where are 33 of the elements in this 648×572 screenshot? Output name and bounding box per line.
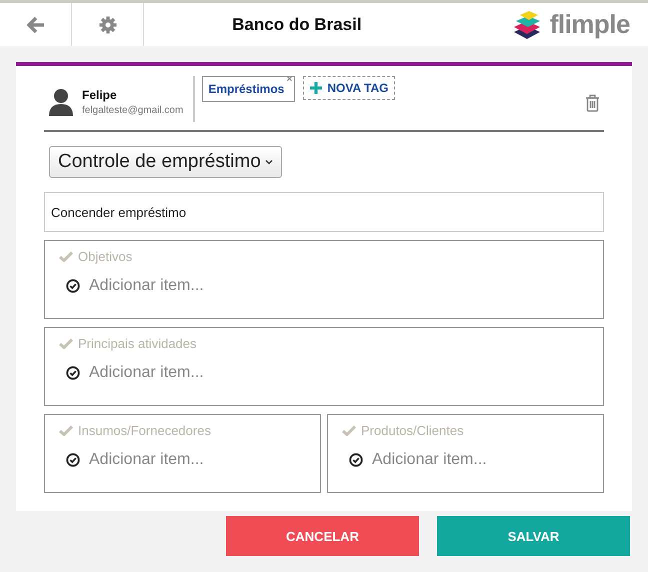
user-avatar-icon — [48, 88, 74, 116]
caret-icon — [264, 159, 273, 165]
section-title: Objetivos — [78, 249, 132, 264]
add-item-field[interactable]: Adicionar item... — [89, 277, 204, 295]
section-title: Produtos/Clientes — [361, 423, 464, 438]
add-item-field[interactable]: Adicionar item... — [89, 364, 204, 382]
user-email: felgalteste@gmail.com — [82, 105, 184, 116]
check-circle-icon — [66, 366, 80, 380]
section-title: Principais atividades — [78, 336, 197, 351]
add-item-field[interactable]: Adicionar item... — [89, 451, 204, 469]
check-icon — [59, 251, 73, 262]
check-circle-icon — [66, 453, 80, 467]
page-title: Banco do Brasil — [231, 14, 363, 34]
cancel-button[interactable]: CANCELAR — [226, 516, 419, 556]
settings-icon — [98, 16, 116, 34]
plus-icon — [310, 82, 322, 94]
add-item-field[interactable]: Adicionar item... — [372, 451, 487, 469]
logo-text: flimple — [550, 9, 630, 40]
save-button[interactable]: SALVAR — [437, 516, 630, 556]
remove-tag-button[interactable]: × — [286, 74, 292, 85]
check-circle-icon — [66, 279, 80, 293]
back-arrow-icon — [26, 16, 44, 32]
trash-icon[interactable] — [585, 94, 600, 112]
section-title: Insumos/Fornecedores — [78, 423, 211, 438]
user-name: Felipe — [82, 88, 118, 102]
check-icon — [59, 338, 73, 349]
check-circle-icon — [349, 453, 363, 467]
check-icon — [342, 425, 356, 436]
new-tag-button[interactable]: NOVA TAG — [303, 76, 396, 100]
check-icon — [59, 425, 73, 436]
tag-chip[interactable]: Empréstimos × — [202, 76, 296, 102]
template-dropdown[interactable]: Controle de empréstimo — [49, 146, 282, 178]
title-input-field[interactable]: Concender empréstimo — [44, 192, 604, 232]
